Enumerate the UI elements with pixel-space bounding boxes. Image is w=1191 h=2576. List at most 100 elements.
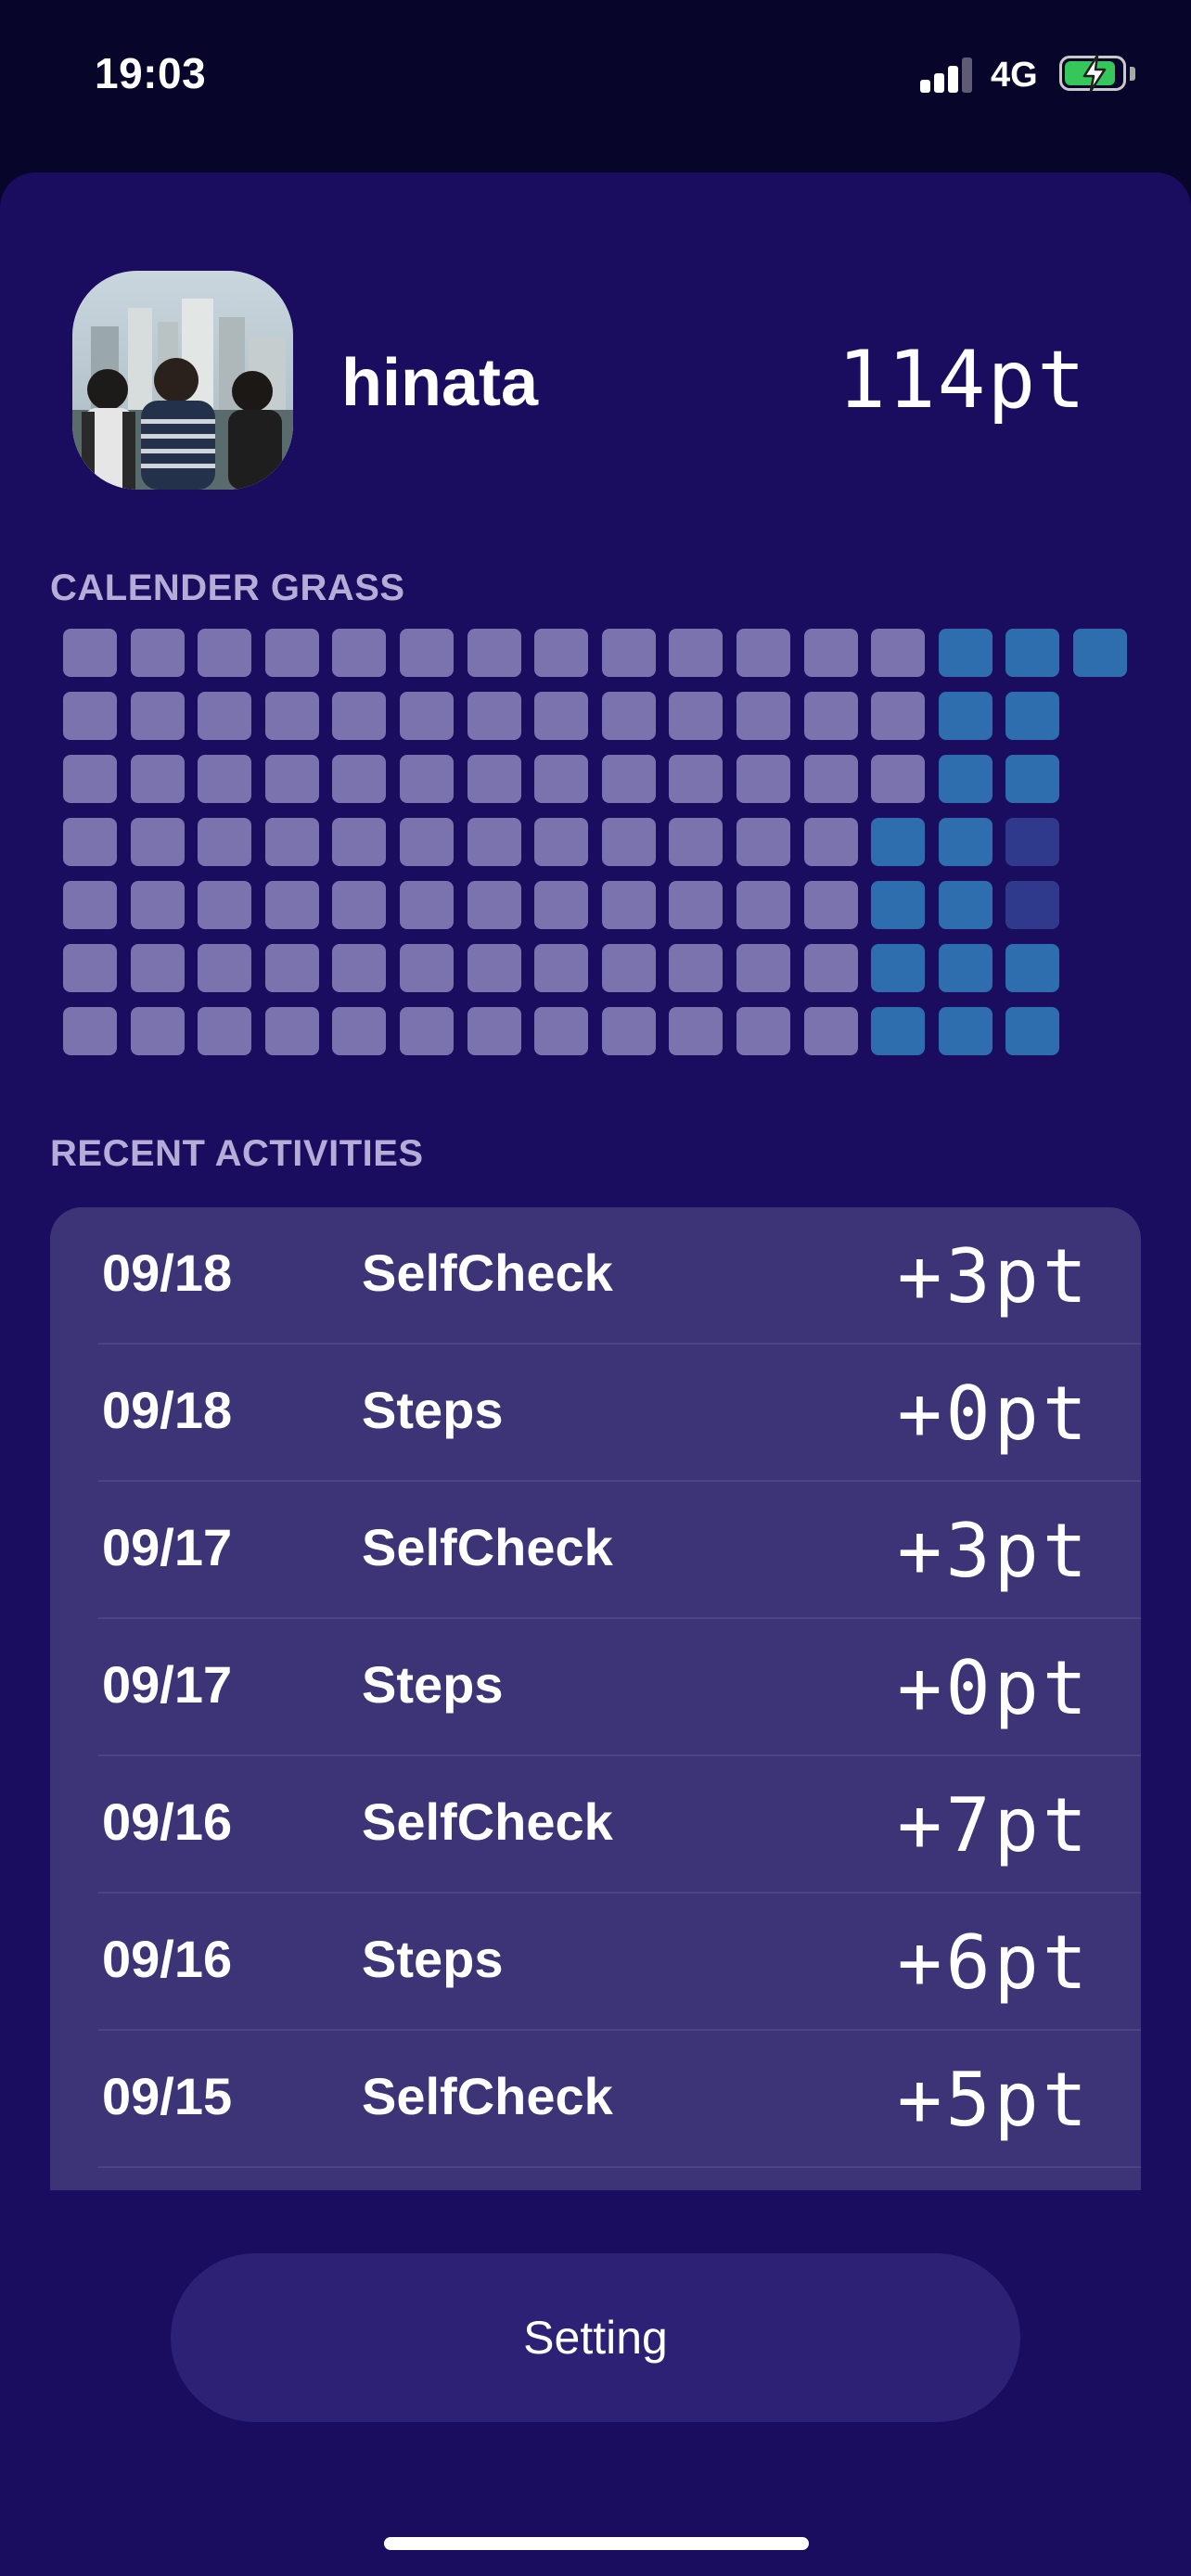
grass-cell bbox=[871, 1007, 925, 1055]
activity-name: SelfCheck bbox=[362, 1518, 613, 1576]
grass-cell bbox=[602, 692, 656, 740]
activity-row: 09/16 SelfCheck +7pt bbox=[50, 1756, 1141, 1894]
grass-cell bbox=[1005, 755, 1059, 803]
grass-cell bbox=[804, 881, 858, 929]
grass-cell bbox=[63, 881, 117, 929]
grass-cell bbox=[602, 629, 656, 677]
grass-cell bbox=[63, 629, 117, 677]
grass-cell bbox=[939, 818, 992, 866]
grass-cell bbox=[804, 755, 858, 803]
activity-points: +0pt bbox=[897, 1645, 1091, 1731]
activity-points: +3pt bbox=[897, 1508, 1091, 1594]
grass-cell bbox=[736, 755, 790, 803]
setting-button[interactable]: Setting bbox=[171, 2253, 1020, 2422]
row-divider bbox=[98, 2166, 1141, 2168]
grass-cell bbox=[198, 1007, 251, 1055]
activity-row: 09/16 Steps +6pt bbox=[50, 1894, 1141, 2031]
activity-date: 09/16 bbox=[102, 1930, 233, 1988]
activity-points: +6pt bbox=[897, 1919, 1091, 2006]
grass-cell bbox=[534, 944, 588, 992]
activity-date: 09/17 bbox=[102, 1518, 233, 1576]
activity-date: 09/17 bbox=[102, 1655, 233, 1714]
home-indicator[interactable] bbox=[384, 2537, 809, 2550]
grass-cell bbox=[63, 944, 117, 992]
activity-date: 09/16 bbox=[102, 1792, 233, 1851]
grass-cell bbox=[939, 1007, 992, 1055]
grass-cell bbox=[534, 755, 588, 803]
grass-cell bbox=[332, 629, 386, 677]
grass-cell bbox=[467, 755, 521, 803]
activity-row: 09/18 Steps +0pt bbox=[50, 1345, 1141, 1482]
grass-cell bbox=[736, 629, 790, 677]
grass-cell bbox=[871, 944, 925, 992]
avatar[interactable] bbox=[72, 271, 293, 490]
grass-cell bbox=[804, 692, 858, 740]
grass-cell bbox=[63, 1007, 117, 1055]
activity-name: Steps bbox=[362, 1930, 504, 1988]
grass-cell bbox=[602, 755, 656, 803]
battery-cap bbox=[1130, 67, 1135, 81]
grass-cell bbox=[602, 818, 656, 866]
grass-cell bbox=[736, 818, 790, 866]
grass-cell bbox=[400, 692, 454, 740]
activity-date: 09/18 bbox=[102, 1381, 233, 1439]
grass-cell bbox=[198, 818, 251, 866]
network-type: 4G bbox=[991, 56, 1038, 95]
grass-cell bbox=[804, 944, 858, 992]
grass-cell bbox=[400, 755, 454, 803]
activity-name: SelfCheck bbox=[362, 2067, 613, 2125]
username: hinata bbox=[341, 346, 539, 420]
grass-cell bbox=[736, 944, 790, 992]
grass-cell bbox=[131, 818, 185, 866]
activity-date: 09/18 bbox=[102, 1243, 233, 1302]
grass-cell bbox=[131, 881, 185, 929]
grass-cell bbox=[669, 944, 723, 992]
grass-cell bbox=[198, 944, 251, 992]
grass-cell bbox=[939, 629, 992, 677]
grass-cell bbox=[198, 692, 251, 740]
grass-cell bbox=[871, 818, 925, 866]
grass-cell bbox=[669, 818, 723, 866]
grass-cell bbox=[871, 629, 925, 677]
grass-cell bbox=[669, 881, 723, 929]
activity-row: 09/17 SelfCheck +3pt bbox=[50, 1482, 1141, 1619]
grass-cell bbox=[736, 881, 790, 929]
grass-cell bbox=[939, 755, 992, 803]
charging-bolt-icon bbox=[1082, 54, 1107, 93]
grass-cell bbox=[871, 881, 925, 929]
grass-cell bbox=[265, 692, 319, 740]
profile-photo-icon bbox=[72, 271, 293, 490]
grass-cell bbox=[400, 881, 454, 929]
grass-cell bbox=[131, 1007, 185, 1055]
grass-cell bbox=[871, 692, 925, 740]
activity-points: +3pt bbox=[897, 1233, 1091, 1320]
grass-cell bbox=[265, 944, 319, 992]
grass-cell bbox=[265, 881, 319, 929]
activity-name: Steps bbox=[362, 1381, 504, 1439]
grass-cell bbox=[198, 629, 251, 677]
grass-cell bbox=[332, 944, 386, 992]
grass-cell bbox=[400, 818, 454, 866]
grass-cell bbox=[265, 629, 319, 677]
grass-cell bbox=[736, 1007, 790, 1055]
activity-row: 09/17 Steps +0pt bbox=[50, 1619, 1141, 1756]
activity-list: 09/18 SelfCheck +3pt 09/18 Steps +0pt 09/17 Sel… bbox=[50, 1207, 1141, 2190]
grass-cell bbox=[265, 1007, 319, 1055]
grass-cell bbox=[736, 692, 790, 740]
grass-cell bbox=[534, 818, 588, 866]
grass-cell bbox=[871, 755, 925, 803]
grass-cell bbox=[467, 692, 521, 740]
grass-cell bbox=[198, 881, 251, 929]
grass-cell bbox=[332, 692, 386, 740]
grass-cell bbox=[1005, 629, 1059, 677]
grass-cell bbox=[265, 818, 319, 866]
grass-cell bbox=[602, 944, 656, 992]
grass-cell bbox=[1073, 629, 1127, 677]
grass-cell bbox=[1005, 881, 1059, 929]
grass-cell bbox=[939, 944, 992, 992]
grass-cell bbox=[534, 629, 588, 677]
grass-cell bbox=[804, 1007, 858, 1055]
grass-cell bbox=[804, 818, 858, 866]
total-points: 114pt bbox=[838, 334, 1087, 427]
grass-cell bbox=[63, 692, 117, 740]
